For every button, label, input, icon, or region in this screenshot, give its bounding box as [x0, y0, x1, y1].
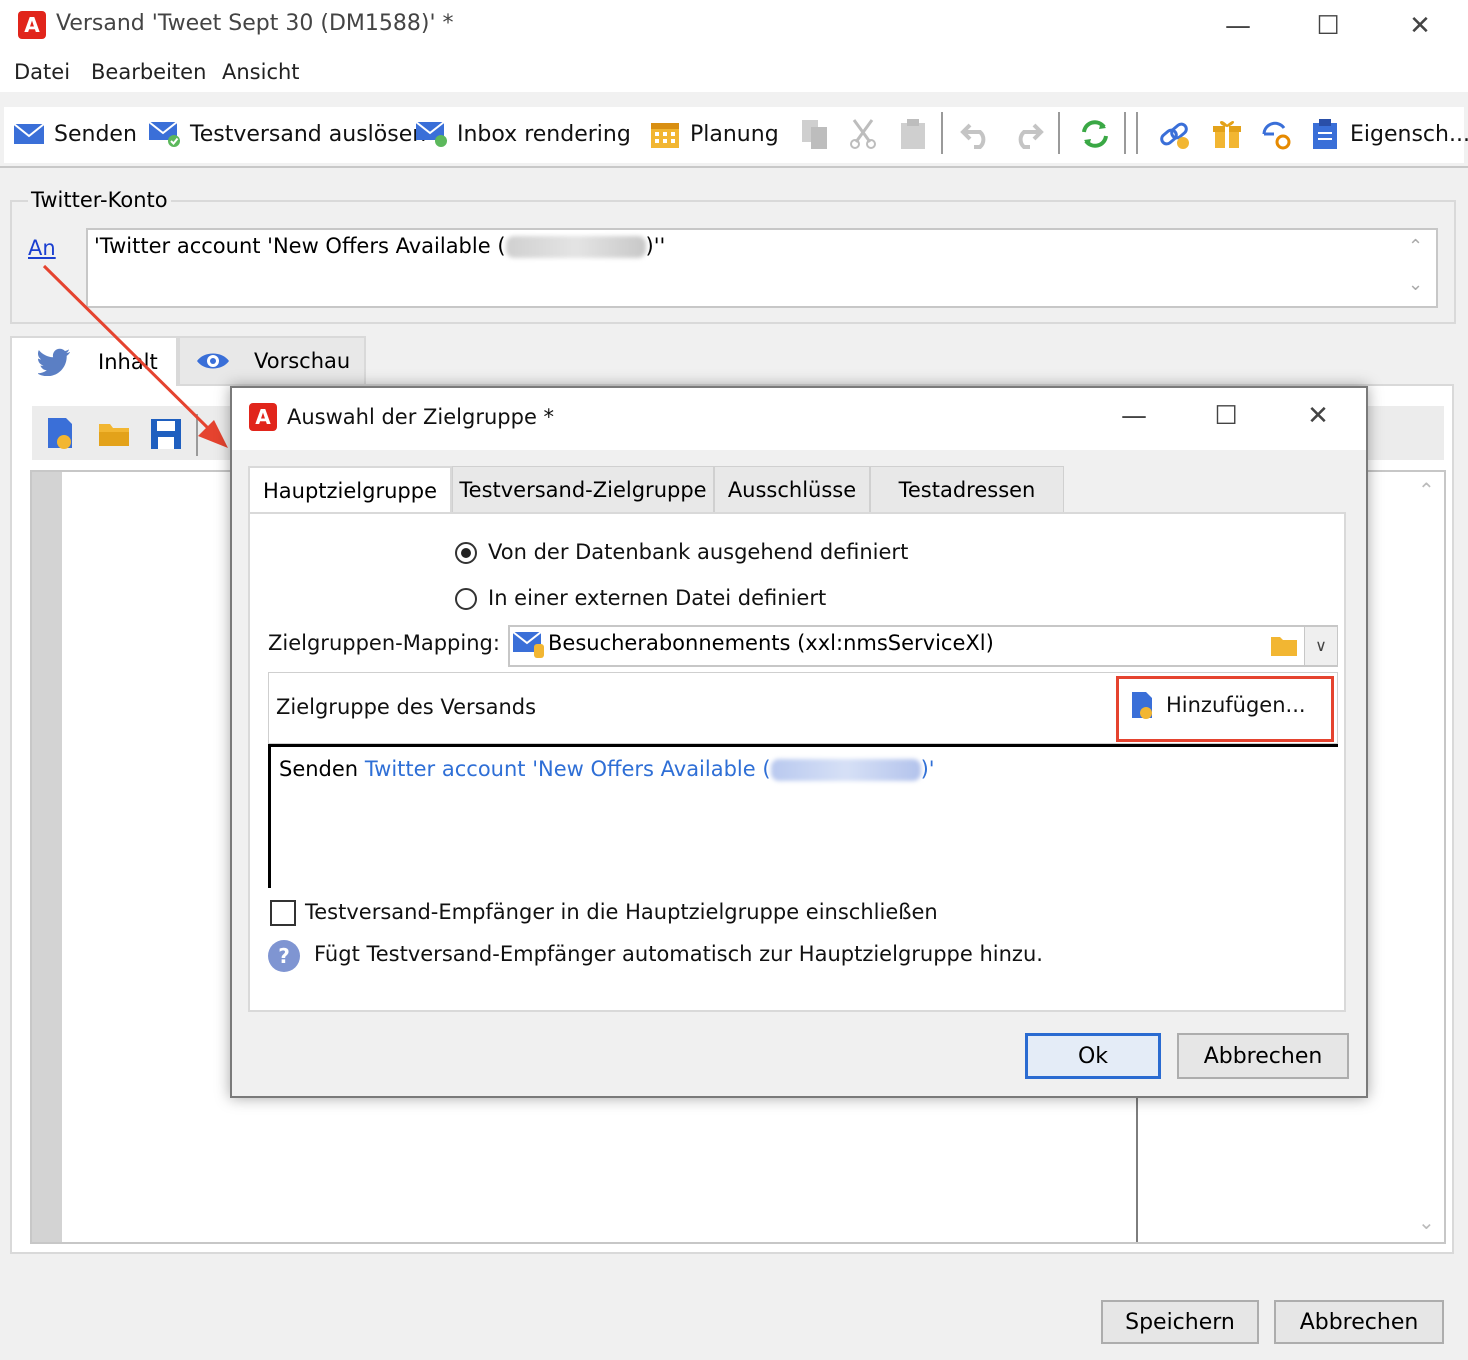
tab-exclusions[interactable]: Ausschlüsse: [714, 466, 870, 514]
help-text: Fügt Testversand-Empfänger automatisch z…: [314, 942, 1043, 966]
dialog-minimize-button[interactable]: —: [1104, 396, 1164, 436]
delivery-target-label: Zielgruppe des Versands: [276, 695, 537, 719]
target-link[interactable]: Twitter account 'New Offers Available ()…: [365, 757, 935, 781]
save-button[interactable]: Speichern: [1101, 1300, 1259, 1344]
include-test-label: Testversand-Empfänger in die Hauptzielgr…: [305, 900, 938, 924]
radio-external-file[interactable]: [455, 588, 477, 610]
mapping-dropdown-chevron-icon[interactable]: ∨: [1304, 627, 1337, 665]
include-test-checkbox[interactable]: [270, 900, 296, 926]
tab-seed-addresses[interactable]: Testadressen: [870, 466, 1064, 514]
mapping-value: Besucherabonnements (xxl:nmsServiceXl): [548, 631, 994, 655]
target-link-prefix: Twitter account 'New Offers Available (: [364, 757, 771, 781]
ok-button[interactable]: Ok: [1025, 1033, 1161, 1079]
dialog-cancel-button[interactable]: Abbrechen: [1177, 1033, 1349, 1079]
cancel-button-label: Abbrechen: [1299, 1309, 1419, 1335]
mapping-label: Zielgruppen-Mapping:: [268, 631, 500, 655]
tab-main-target[interactable]: Hauptzielgruppe: [248, 466, 452, 514]
dialog-cancel-button-label: Abbrechen: [1203, 1043, 1323, 1069]
radio-external-file-label: In einer externen Datei definiert: [488, 586, 827, 610]
add-button-label: Hinzufügen...: [1166, 693, 1306, 717]
mapping-folder-icon[interactable]: [1270, 634, 1298, 662]
target-link-suffix: )': [920, 757, 935, 781]
dialog-title: Auswahl der Zielgruppe *: [287, 405, 555, 429]
dialog-adobe-logo-icon: A: [249, 403, 277, 431]
save-button-label: Speichern: [1125, 1309, 1235, 1335]
help-icon: ?: [268, 940, 300, 972]
target-verb: Senden: [279, 757, 359, 781]
redacted-handle-link: [770, 759, 921, 781]
radio-database[interactable]: [455, 542, 477, 564]
add-target-icon: [1130, 690, 1156, 720]
dialog-maximize-button[interactable]: ☐: [1196, 396, 1256, 436]
radio-database-label: Von der Datenbank ausgehend definiert: [488, 540, 909, 564]
dialog-close-button[interactable]: ✕: [1288, 396, 1348, 436]
ok-button-label: Ok: [1077, 1043, 1109, 1069]
add-button[interactable]: Hinzufügen...: [1130, 690, 1306, 720]
cancel-button[interactable]: Abbrechen: [1274, 1300, 1444, 1344]
tab-test-target[interactable]: Testversand-Zielgruppe: [452, 466, 714, 514]
mapping-envelope-icon: [512, 630, 546, 664]
target-line: Senden Twitter account 'New Offers Avail…: [279, 757, 935, 781]
